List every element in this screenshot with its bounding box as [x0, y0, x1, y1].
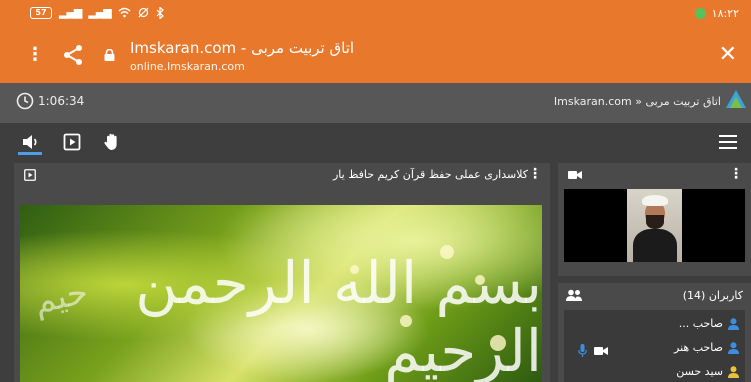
presentation-title: کلاسداری عملی حفظ قرآن کریم حافظ یار	[332, 168, 528, 181]
slide-calligraphy-shadow: حيم	[30, 271, 92, 323]
user-list-item[interactable]: صاحب هنر	[674, 339, 739, 357]
status-icons-right: ۱۸:۲۲	[694, 7, 739, 20]
slide-calligraphy: بسم الله الرحمن الرحيم	[135, 249, 542, 382]
play-icon[interactable]	[62, 132, 82, 152]
camera-icon[interactable]	[568, 170, 582, 180]
status-icons-left: 57 ▂▄▆ ▂▄▆	[30, 6, 164, 19]
app-header: 1:06:34 Imskaran.com » اتاق تربیت مربی	[0, 83, 751, 123]
user-name: سید حسن	[676, 365, 723, 378]
app-root: 57 ▂▄▆ ▂▄▆ ۱۸:۲۲ ⋮ Imskaran.com - اتاق ت…	[0, 0, 751, 382]
presentation-panel: کلاسداری عملی حفظ قرآن کریم حافظ یار ⋮ ح…	[14, 163, 550, 382]
bluetooth-icon	[156, 6, 164, 19]
logo-icon	[726, 90, 746, 108]
presenter-turban	[642, 195, 668, 206]
browser-bar: ⋮ Imskaran.com - اتاق تربیت مربی online.…	[0, 28, 751, 83]
webcam-menu-icon[interactable]: ⋮	[729, 166, 743, 182]
menu-dots-icon[interactable]: ⋮	[26, 45, 44, 65]
notification-dot-icon	[694, 8, 706, 19]
share-icon[interactable]	[62, 44, 84, 66]
status-time: ۱۸:۲۲	[711, 7, 739, 20]
close-icon[interactable]: ✕	[719, 43, 737, 67]
presentation-slide: حيم بسم الله الرحمن الرحيم	[20, 205, 542, 382]
toolbar	[0, 123, 751, 161]
person-icon	[728, 366, 739, 378]
clock-icon	[16, 92, 34, 110]
wifi-icon	[118, 7, 131, 18]
mic-icon	[578, 344, 587, 357]
video-icon	[594, 347, 608, 355]
user-list-item[interactable]: سید حسن	[676, 363, 739, 381]
user-name: صاحب ...	[678, 317, 723, 330]
battery-icon: 57	[30, 6, 52, 19]
presentation-play-icon[interactable]	[24, 169, 36, 181]
page-url[interactable]: online.Imskaran.com	[130, 60, 245, 74]
alarm-off-icon	[138, 7, 149, 18]
speaker-icon[interactable]	[20, 132, 40, 152]
presenter-beard	[646, 215, 664, 229]
hamburger-icon[interactable]	[719, 135, 737, 149]
user-list: صاحب ... صاحب هنر سید حسن	[564, 310, 745, 382]
breadcrumb[interactable]: Imskaran.com » اتاق تربیت مربی	[554, 95, 721, 109]
page-title: Imskaran.com - اتاق تربیت مربی	[130, 39, 355, 57]
status-bar: 57 ▂▄▆ ▂▄▆ ۱۸:۲۲	[0, 0, 751, 28]
presentation-header: کلاسداری عملی حفظ قرآن کریم حافظ یار ⋮	[14, 163, 550, 187]
signal-icon: ▂▄▆	[59, 6, 82, 19]
users-panel: کاربران (14) صاحب ... صاحب هنر سید حسن	[558, 283, 751, 382]
presentation-menu-icon[interactable]: ⋮	[528, 166, 542, 182]
webcam-panel: ⋮	[558, 163, 751, 276]
user-name: صاحب هنر	[674, 341, 723, 354]
person-icon	[728, 318, 739, 330]
presenter-body	[633, 229, 677, 262]
user-list-item[interactable]: صاحب ...	[679, 315, 739, 333]
webcam-video[interactable]	[564, 189, 745, 262]
session-timer: 1:06:34	[38, 94, 85, 108]
hand-icon[interactable]	[102, 132, 122, 152]
users-panel-title: کاربران (14)	[682, 289, 743, 302]
active-tab-indicator	[18, 152, 42, 155]
presenter-video-feed	[627, 189, 682, 262]
lock-icon	[104, 49, 115, 61]
person-icon	[728, 342, 739, 354]
users-icon	[566, 289, 582, 301]
signal-icon-2: ▂▄▆	[88, 6, 111, 19]
